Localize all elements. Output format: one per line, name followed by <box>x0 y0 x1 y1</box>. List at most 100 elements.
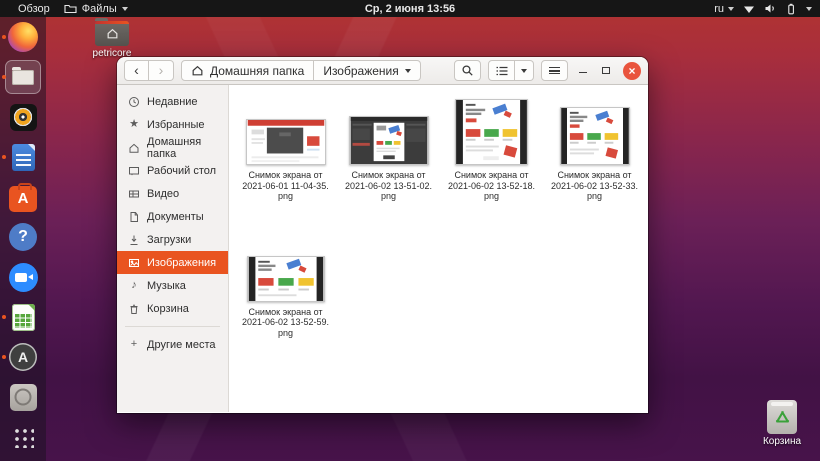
file-name: Снимок экрана от2021-06-02 13-52-18.png <box>442 170 542 202</box>
desktop: Обзор Файлы Ср, 2 июня 13:56 ru <box>0 0 820 461</box>
chevron-down-icon <box>521 69 527 73</box>
plus-icon: + <box>128 339 140 350</box>
sidebar-item-label: Корзина <box>147 303 189 315</box>
dock-item-libreoffice-writer[interactable] <box>0 137 46 177</box>
sidebar-item-music[interactable]: ♪ Музыка <box>117 274 228 297</box>
home-glyph-icon <box>106 28 119 39</box>
sidebar-item-label: Изображения <box>147 257 216 269</box>
list-view-button[interactable] <box>488 60 515 81</box>
dock-item-disks[interactable] <box>0 377 46 417</box>
active-app-highlight <box>5 60 41 94</box>
file-thumbnail-box <box>560 95 630 165</box>
app-menu-label: Файлы <box>82 3 117 15</box>
clock-icon <box>128 96 140 108</box>
sidebar-item-label: Музыка <box>147 280 186 292</box>
sidebar-item-pictures[interactable]: Изображения <box>117 251 228 274</box>
file-item[interactable]: Снимок экрана от2021-06-02 13-52-33.png <box>543 95 646 202</box>
chevron-down-icon <box>122 7 128 11</box>
dock-item-zoom[interactable] <box>0 257 46 297</box>
activities-button[interactable]: Обзор <box>18 3 50 15</box>
top-bar: Обзор Файлы Ср, 2 июня 13:56 ru <box>0 0 820 17</box>
back-button[interactable]: ‹ <box>124 60 149 81</box>
sidebar-item-starred[interactable]: ★ Избранные <box>117 113 228 136</box>
sidebar-item-desktop[interactable]: Рабочий стол <box>117 159 228 182</box>
file-name: Снимок экрана от2021-06-01 11-04-35.png <box>236 170 336 202</box>
file-thumbnail-box <box>246 95 326 165</box>
sidebar-item-label: Загрузки <box>147 234 191 246</box>
battery-icon[interactable] <box>786 3 797 15</box>
file-item[interactable]: Снимок экрана от2021-06-02 13-52-59.png <box>234 232 337 339</box>
close-button[interactable]: × <box>623 62 641 80</box>
app-menu[interactable]: Файлы <box>64 3 128 15</box>
desktop-icon-trash[interactable]: Корзина <box>754 400 810 447</box>
file-item[interactable]: Снимок экрана от2021-06-02 13-51-02.png <box>337 95 440 202</box>
dock-item-ubuntu-software[interactable]: A <box>0 177 46 217</box>
maximize-button[interactable] <box>598 67 614 74</box>
path-segment-label: Домашняя папка <box>210 64 304 78</box>
sidebar-item-label: Домашняя папка <box>147 136 228 160</box>
sidebar-item-videos[interactable]: Видео <box>117 182 228 205</box>
hamburger-icon <box>549 67 560 74</box>
rhythmbox-icon <box>10 104 37 131</box>
sidebar-item-trash[interactable]: Корзина <box>117 297 228 320</box>
trash-bin-icon <box>767 400 797 434</box>
sidebar-item-home[interactable]: Домашняя папка <box>117 136 228 159</box>
sidebar-item-other-locations[interactable]: + Другие места <box>117 333 228 356</box>
dock-item-libreoffice[interactable]: A <box>0 337 46 377</box>
header-bar[interactable]: ‹ › Домашняя папка Изображения <box>117 57 648 85</box>
system-menu-chevron-icon[interactable] <box>806 7 812 11</box>
ubuntu-software-icon: A <box>9 186 37 212</box>
sidebar-item-label: Избранные <box>147 119 205 131</box>
file-item[interactable]: Снимок экрана от2021-06-01 11-04-35.png <box>234 95 337 202</box>
forward-button[interactable]: › <box>149 60 174 81</box>
keyboard-layout-indicator[interactable]: ru <box>714 3 734 15</box>
volume-icon[interactable] <box>764 3 777 14</box>
path-segment-current[interactable]: Изображения <box>314 60 420 81</box>
star-icon: ★ <box>128 119 140 130</box>
libreoffice-icon: A <box>9 343 37 371</box>
view-options-button[interactable] <box>515 60 534 81</box>
files-window: ‹ › Домашняя папка Изображения <box>117 57 648 413</box>
search-button[interactable] <box>454 60 481 81</box>
menu-button[interactable] <box>541 60 568 81</box>
file-thumbnail <box>247 256 325 302</box>
sidebar-item-recent[interactable]: Недавние <box>117 90 228 113</box>
home-folder-icon <box>95 21 129 46</box>
chevron-down-icon <box>728 7 734 11</box>
recycle-icon <box>775 410 790 424</box>
keyboard-layout-label: ru <box>714 3 724 15</box>
clock[interactable]: Ср, 2 июня 13:56 <box>365 3 455 15</box>
dock-item-files[interactable] <box>0 57 46 97</box>
minimize-icon <box>579 68 587 73</box>
sidebar-item-label: Недавние <box>147 96 198 108</box>
dock-item-libreoffice-calc[interactable] <box>0 297 46 337</box>
music-note-icon: ♪ <box>128 280 140 291</box>
trash-icon <box>128 303 140 315</box>
sidebar-item-documents[interactable]: Документы <box>117 205 228 228</box>
sidebar-item-downloads[interactable]: Загрузки <box>117 228 228 251</box>
minimize-button[interactable] <box>575 68 591 73</box>
list-view-icon <box>496 66 508 76</box>
desktop-icon <box>128 165 140 177</box>
desktop-icon-home[interactable]: petricore <box>84 21 140 59</box>
video-icon <box>128 188 140 200</box>
wifi-icon[interactable] <box>743 4 755 14</box>
dock-item-help[interactable]: ? <box>0 217 46 257</box>
dock-item-show-applications[interactable] <box>0 417 46 457</box>
dock-item-rhythmbox[interactable] <box>0 97 46 137</box>
files-view[interactable]: Снимок экрана от2021-06-01 11-04-35.png <box>229 85 648 412</box>
sidebar-separator <box>125 326 220 327</box>
folder-icon <box>64 3 77 14</box>
path-segment-home[interactable]: Домашняя папка <box>181 60 314 81</box>
file-item[interactable]: Снимок экрана от2021-06-02 13-52-18.png <box>440 95 543 202</box>
dock-item-firefox[interactable] <box>0 17 46 57</box>
maximize-icon <box>602 67 610 74</box>
zoom-app-icon <box>9 263 38 292</box>
nav-buttons: ‹ › <box>124 60 174 81</box>
file-thumbnail <box>246 119 326 165</box>
file-thumbnail <box>455 99 528 165</box>
file-thumbnail-box <box>349 95 429 165</box>
firefox-icon <box>8 22 38 52</box>
file-name: Снимок экрана от2021-06-02 13-52-59.png <box>236 307 336 339</box>
file-name: Снимок экрана от2021-06-02 13-51-02.png <box>339 170 439 202</box>
